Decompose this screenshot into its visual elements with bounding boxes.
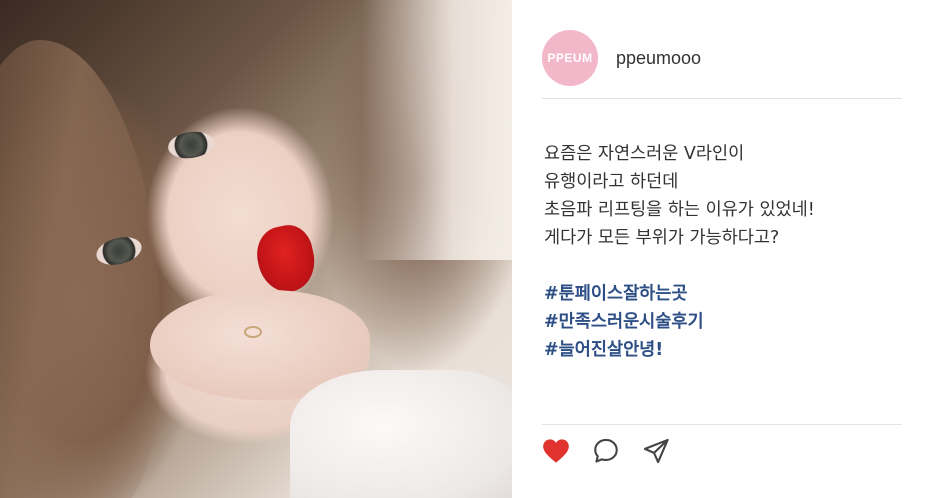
hashtag-list: #툰페이스잘하는곳 #만족스러운시술후기 #늘어진살안녕! bbox=[544, 280, 904, 364]
caption-line: 게다가 모든 부위가 가능하다고? bbox=[544, 228, 780, 248]
action-bar bbox=[542, 424, 902, 477]
post-caption: 요즘은 자연스러운 V라인이 유행이라고 하던데 초음파 리프팅을 하는 이유가… bbox=[544, 140, 904, 364]
caption-line: 유행이라고 하던데 bbox=[544, 172, 679, 192]
avatar-text: PPEUM bbox=[547, 51, 593, 65]
eye bbox=[166, 128, 216, 162]
post-header: PPEUM ppeumooo bbox=[542, 22, 902, 99]
send-icon[interactable] bbox=[642, 437, 670, 465]
comment-bubble-icon[interactable] bbox=[592, 437, 620, 465]
lips bbox=[251, 220, 321, 298]
instagram-post: PPEUM ppeumooo 요즘은 자연스러운 V라인이 유행이라고 하던데 … bbox=[0, 0, 925, 498]
username[interactable]: ppeumooo bbox=[616, 48, 701, 69]
post-photo[interactable] bbox=[0, 0, 512, 498]
hashtag-link[interactable]: #늘어진살안녕! bbox=[544, 336, 904, 364]
hashtag-link[interactable]: #만족스러운시술후기 bbox=[544, 308, 904, 336]
hashtag-link[interactable]: #툰페이스잘하는곳 bbox=[544, 280, 904, 308]
sleeve bbox=[290, 370, 512, 498]
ring bbox=[244, 326, 262, 338]
post-panel: PPEUM ppeumooo 요즘은 자연스러운 V라인이 유행이라고 하던데 … bbox=[512, 0, 925, 498]
background-light bbox=[362, 0, 512, 260]
caption-line: 초음파 리프팅을 하는 이유가 있었네! bbox=[544, 200, 815, 220]
heart-icon[interactable] bbox=[542, 437, 570, 465]
hair bbox=[0, 40, 160, 498]
avatar[interactable]: PPEUM bbox=[542, 30, 598, 86]
caption-line: 요즘은 자연스러운 V라인이 bbox=[544, 144, 745, 164]
